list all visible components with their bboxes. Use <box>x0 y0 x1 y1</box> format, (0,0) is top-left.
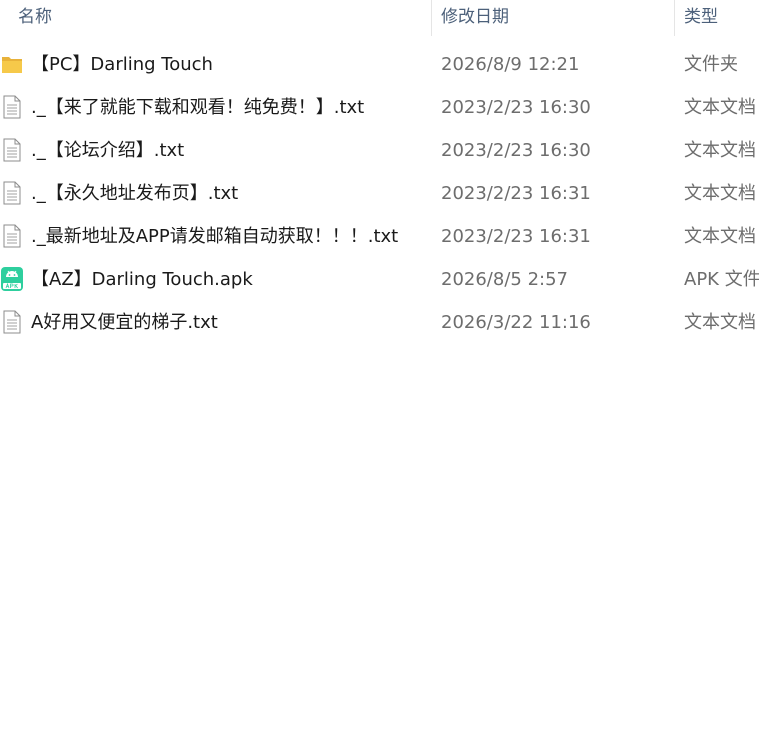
file-type: 文本文档 <box>684 312 756 333</box>
file-type: 文本文档 <box>684 226 756 247</box>
file-type: 文件夹 <box>684 54 738 75</box>
text-file-icon <box>3 310 21 334</box>
column-header-type[interactable]: 类型 <box>684 0 718 36</box>
text-file-icon <box>3 181 21 205</box>
file-name: ._【论坛介绍】.txt <box>31 140 185 161</box>
column-header-date-modified[interactable]: 修改日期 <box>441 0 509 36</box>
text-file-icon <box>3 224 21 248</box>
file-row[interactable]: ._【来了就能下载和观看！纯免费！】.txt 2023/2/23 16:30 文… <box>0 86 759 129</box>
file-name: ._【永久地址发布页】.txt <box>31 183 239 204</box>
file-row[interactable]: A好用又便宜的梯子.txt 2026/3/22 11:16 文本文档 <box>0 301 759 344</box>
file-date-modified: 2023/2/23 16:31 <box>441 226 591 247</box>
file-name: ._【来了就能下载和观看！纯免费！】.txt <box>31 97 365 118</box>
file-row[interactable]: 【AZ】Darling Touch.apk 2026/8/5 2:57 APK … <box>0 258 759 301</box>
column-divider[interactable] <box>431 0 432 36</box>
file-type: 文本文档 <box>684 97 756 118</box>
file-date-modified: 2026/3/22 11:16 <box>441 312 591 333</box>
text-file-icon <box>3 95 21 119</box>
file-date-modified: 2023/2/23 16:30 <box>441 97 591 118</box>
file-row[interactable]: ._【永久地址发布页】.txt 2023/2/23 16:31 文本文档 <box>0 172 759 215</box>
file-name: 【PC】Darling Touch <box>31 54 213 75</box>
sort-ascending-icon <box>216 0 226 2</box>
file-type: 文本文档 <box>684 140 756 161</box>
file-date-modified: 2026/8/5 2:57 <box>441 269 568 290</box>
text-file-icon <box>3 138 21 162</box>
folder-icon <box>2 57 22 73</box>
column-header-name[interactable]: 名称 <box>18 0 52 36</box>
file-name: ._最新地址及APP请发邮箱自动获取！！！.txt <box>31 226 399 247</box>
file-row[interactable]: 【PC】Darling Touch 2026/8/9 12:21 文件夹 <box>0 43 759 86</box>
file-type: APK 文件 <box>684 269 759 290</box>
apk-icon <box>1 267 23 291</box>
column-header-bar: 名称 修改日期 类型 <box>0 0 759 36</box>
file-type: 文本文档 <box>684 183 756 204</box>
file-row[interactable]: ._【论坛介绍】.txt 2023/2/23 16:30 文本文档 <box>0 129 759 172</box>
column-divider[interactable] <box>674 0 675 36</box>
file-list: 【PC】Darling Touch 2026/8/9 12:21 文件夹 ._【… <box>0 43 759 344</box>
file-row[interactable]: ._最新地址及APP请发邮箱自动获取！！！.txt 2023/2/23 16:3… <box>0 215 759 258</box>
file-date-modified: 2026/8/9 12:21 <box>441 54 580 75</box>
file-date-modified: 2023/2/23 16:31 <box>441 183 591 204</box>
file-date-modified: 2023/2/23 16:30 <box>441 140 591 161</box>
file-name: A好用又便宜的梯子.txt <box>31 312 218 333</box>
file-name: 【AZ】Darling Touch.apk <box>31 269 253 290</box>
